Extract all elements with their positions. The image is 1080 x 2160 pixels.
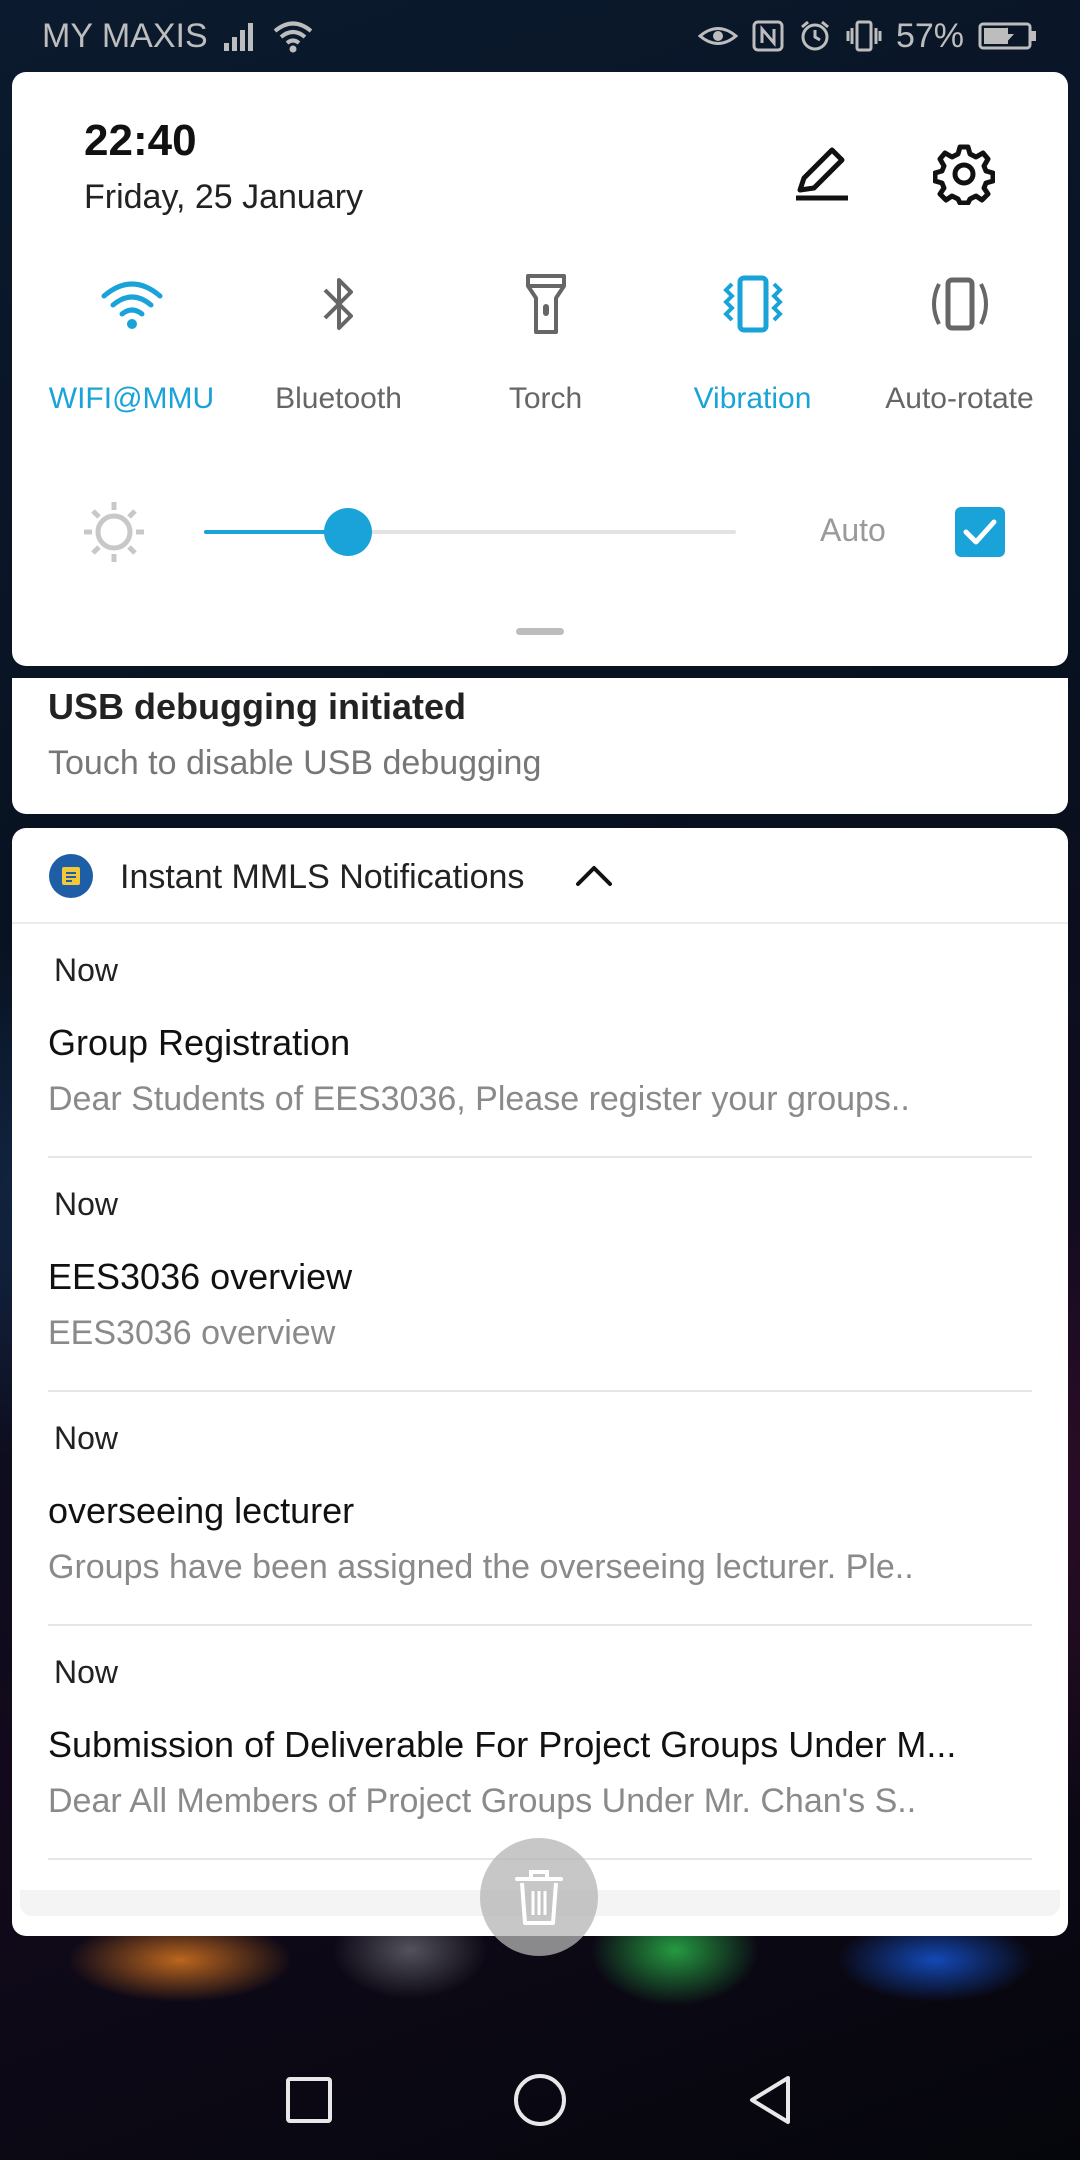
eye-icon: [697, 21, 738, 51]
notification-item[interactable]: Now Submission of Deliverable For Projec…: [12, 1626, 1068, 1860]
usb-debugging-notification[interactable]: USB debugging initiated Touch to disable…: [12, 678, 1068, 814]
alarm-icon: [798, 19, 832, 53]
app-icon: [49, 854, 93, 898]
panel-drag-handle[interactable]: [516, 628, 564, 635]
back-icon: [750, 2076, 790, 2124]
tile-torch[interactable]: Torch: [442, 264, 649, 416]
brightness-slider-thumb[interactable]: [323, 508, 372, 556]
notification-time: Now: [54, 1654, 119, 1690]
notification-title: USB debugging initiated: [48, 686, 466, 727]
notification-time: Now: [54, 1420, 119, 1456]
home-icon: [514, 2074, 566, 2126]
tile-bluetooth[interactable]: Bluetooth: [235, 264, 442, 416]
settings-button[interactable]: [924, 134, 1004, 214]
nfc-icon: [752, 20, 784, 52]
tile-label: Bluetooth: [275, 382, 402, 415]
notification-item[interactable]: Now EES3036 overview EES3036 overview: [12, 1158, 1068, 1392]
trash-icon: [515, 1870, 563, 1925]
chevron-up-icon[interactable]: [572, 854, 616, 898]
tile-wifi[interactable]: WIFI@MMU: [28, 264, 235, 416]
wifi-icon: [92, 264, 172, 344]
tile-label: Torch: [508, 382, 583, 415]
carrier-label: MY MAXIS: [42, 16, 208, 55]
notification-title: Submission of Deliverable For Project Gr…: [48, 1724, 957, 1765]
clock-date: Friday, 25 January: [84, 178, 364, 216]
tile-vibration[interactable]: Vibration: [649, 264, 856, 416]
notification-subtitle: Touch to disable USB debugging: [48, 744, 542, 782]
auto-rotate-icon: [920, 264, 1000, 344]
navigation-bar: [0, 2040, 1080, 2160]
status-bar: MY MAXIS 57%: [0, 0, 1080, 72]
battery-percent: 57%: [895, 16, 964, 55]
tile-label: Vibration: [693, 382, 812, 415]
notification-title: Group Registration: [48, 1022, 351, 1063]
home-button[interactable]: [498, 2058, 582, 2142]
notification-item[interactable]: Now Group Registration Dear Students of …: [12, 924, 1068, 1158]
clear-all-button[interactable]: [480, 1838, 598, 1956]
bluetooth-icon: [299, 264, 379, 344]
gear-icon: [933, 144, 995, 205]
notification-body: Dear Students of EES3036, Please registe…: [48, 1080, 910, 1118]
status-left: MY MAXIS: [42, 17, 314, 56]
quick-settings-panel: 22:40 Friday, 25 January WIFI@MMU Blueto…: [12, 72, 1068, 666]
notification-body: Dear All Members of Project Groups Under…: [48, 1782, 917, 1820]
notification-body: Groups have been assigned the overseeing…: [48, 1548, 914, 1586]
brightness-row: Auto: [12, 492, 1068, 572]
recents-button[interactable]: [267, 2058, 351, 2142]
quick-tiles: WIFI@MMU Bluetooth Torch Vibration Auto-…: [12, 264, 1068, 416]
vibration-icon: [713, 264, 793, 344]
app-name: Instant MMLS Notifications: [120, 858, 525, 896]
tile-label: Auto-rotate: [885, 382, 1034, 415]
edit-tiles-button[interactable]: [782, 134, 862, 214]
notification-title: EES3036 overview: [48, 1256, 353, 1297]
auto-brightness-label: Auto: [820, 512, 886, 548]
battery-charging-icon: [978, 21, 1038, 51]
torch-icon: [506, 264, 586, 344]
notification-body: EES3036 overview: [48, 1314, 336, 1352]
brightness-slider[interactable]: [204, 508, 736, 556]
back-button[interactable]: [728, 2058, 812, 2142]
vibrate-icon: [846, 20, 882, 52]
pencil-icon: [796, 147, 848, 201]
tile-auto-rotate[interactable]: Auto-rotate: [856, 264, 1063, 416]
notification-time: Now: [54, 1186, 119, 1222]
recents-icon: [286, 2077, 332, 2123]
notification-title: overseeing lecturer: [48, 1490, 355, 1531]
status-right: 57%: [697, 16, 1038, 56]
notification-item[interactable]: Now overseeing lecturer Groups have been…: [12, 1392, 1068, 1626]
brightness-icon: [74, 492, 154, 572]
clock-time: 22:40: [84, 116, 197, 165]
signal-icon: [222, 21, 258, 51]
tile-label: WIFI@MMU: [48, 382, 215, 415]
notification-time: Now: [54, 952, 119, 988]
notification-group: Instant MMLS Notifications Now Group Reg…: [12, 828, 1068, 1936]
check-icon: [963, 519, 997, 545]
notification-group-header[interactable]: Instant MMLS Notifications: [12, 828, 1068, 924]
auto-brightness-checkbox[interactable]: [955, 507, 1005, 557]
wifi-icon: [272, 19, 314, 53]
